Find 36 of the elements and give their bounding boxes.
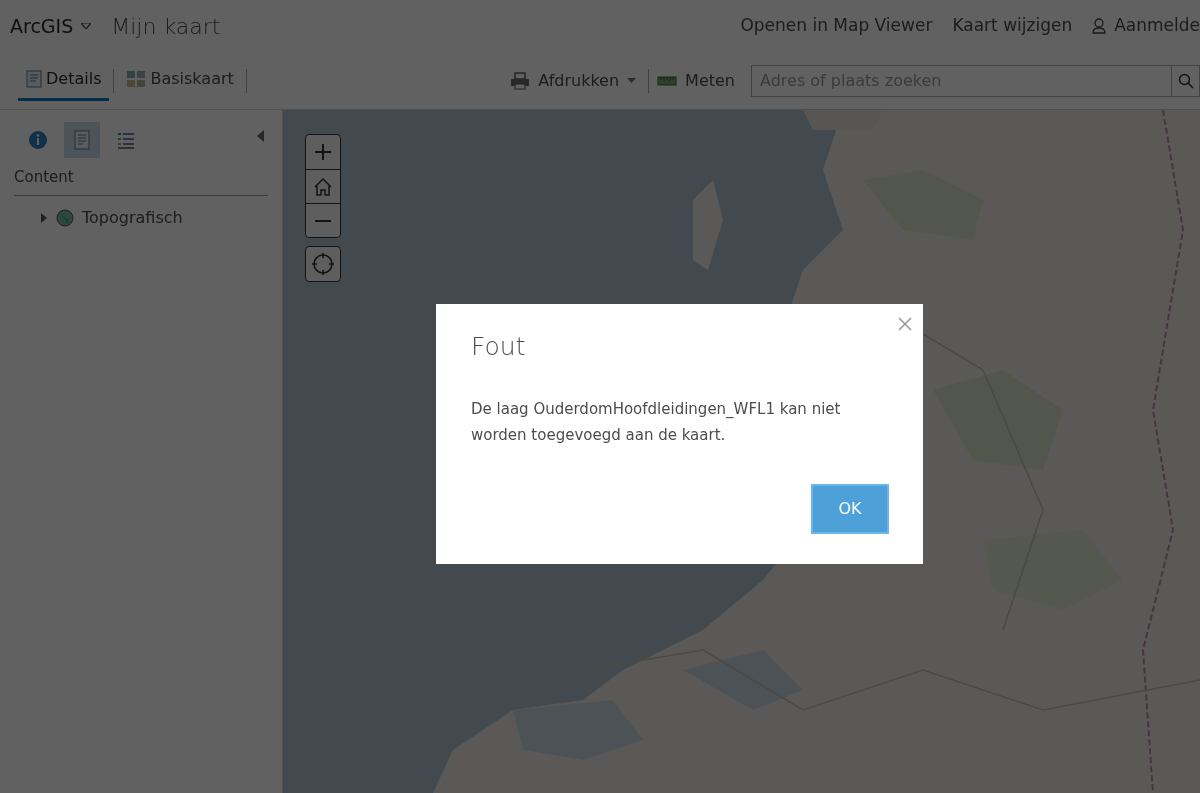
print-button[interactable]: Afdrukken [506, 68, 641, 93]
caret-icon [81, 23, 92, 29]
map-title: Mijn kaart [111, 12, 221, 41]
document-icon [72, 130, 92, 150]
basemap-grid-icon [126, 70, 147, 88]
dialog-message: De laag OuderdomHoofdleidingen_WFL1 kan niet worden toegevoegd aan de kaart. [471, 398, 842, 446]
search-icon [1177, 72, 1194, 89]
zoom-out-icon [315, 219, 331, 222]
printer-icon [510, 71, 531, 90]
crosshair-icon [311, 252, 335, 276]
ok-button[interactable]: OK [811, 484, 889, 534]
panel-tab[interactable] [64, 122, 100, 158]
home-icon [312, 175, 334, 198]
header-link[interactable]: Openen in Map Viewer [740, 13, 933, 39]
dialog-title: Fout [471, 331, 527, 363]
tab[interactable]: Basiskaart [118, 60, 242, 101]
zoom-in-icon [312, 141, 334, 163]
header-link[interactable]: Kaart wijzigen [952, 13, 1073, 39]
legend-icon [116, 130, 136, 150]
sign-in-link[interactable]: Aanmelde [1092, 13, 1200, 39]
locate-button[interactable] [305, 246, 341, 282]
info-icon [28, 130, 48, 150]
measure-button[interactable]: Meten [657, 68, 735, 93]
collapse-icon[interactable] [257, 130, 264, 142]
close-button[interactable] [897, 316, 913, 332]
search-button[interactable] [1172, 64, 1200, 97]
expand-arrow-icon[interactable] [40, 212, 48, 223]
logo-menu[interactable]: ArcGIS [10, 11, 92, 41]
globe-icon [56, 208, 74, 227]
document-icon [26, 70, 42, 88]
caret-icon [627, 78, 637, 83]
section-heading: Content [14, 166, 268, 196]
close-icon [897, 316, 913, 332]
user-icon [1092, 18, 1107, 34]
tab[interactable]: Details [18, 60, 110, 101]
layer-name[interactable]: Topografisch [82, 205, 183, 230]
